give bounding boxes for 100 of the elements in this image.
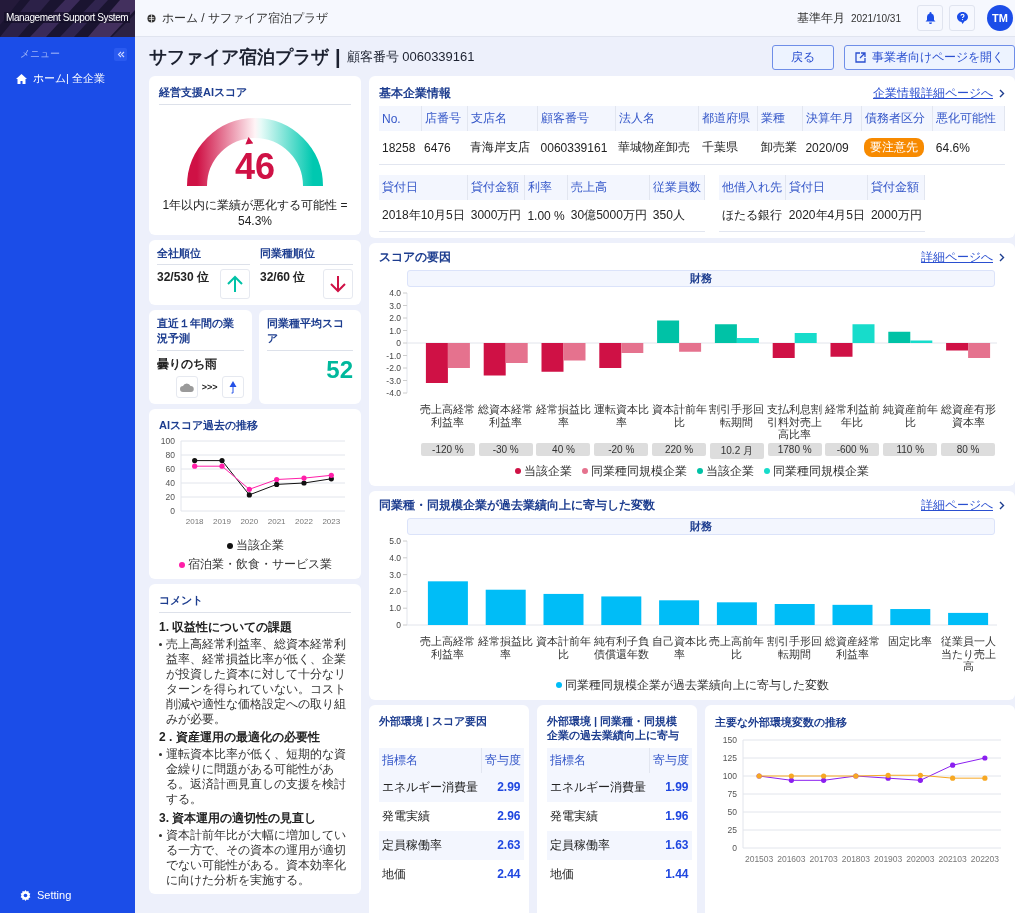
category-label: 支払利息割引料対売上高比率 xyxy=(766,403,823,441)
collapse-button[interactable] xyxy=(114,47,127,61)
axis-label: 3.0 xyxy=(389,569,401,580)
arrow-down-icon xyxy=(330,275,346,294)
column-header: 顧客番号 xyxy=(537,106,616,131)
data-point xyxy=(950,762,956,768)
home-icon xyxy=(16,73,27,84)
legend-item: 同業種同規模企業が過去業績向上に寄与した変数 xyxy=(555,676,829,694)
axis-label: 201903 xyxy=(873,853,903,864)
comment-text: 運転資本比率が低く、短期的な資金繰りに問題がある可能性がある。返済計画見直しの支援を検討する。 xyxy=(166,747,347,807)
bullet-icon xyxy=(159,753,162,757)
column-header: 従業員数 xyxy=(649,175,705,200)
axis-label: 20 xyxy=(165,492,175,503)
data-point xyxy=(982,775,988,781)
nav-item[interactable]: ホーム| 全企業 xyxy=(0,67,135,90)
bullet-icon xyxy=(159,833,162,837)
column-header: 支店名 xyxy=(467,106,538,131)
column-header: 決算年月 xyxy=(802,106,862,131)
table-cell: 発電実績 xyxy=(547,801,649,831)
settings-link[interactable]: Setting xyxy=(0,889,135,913)
back-button[interactable]: 戻る xyxy=(772,44,834,70)
probability-note: 1年以内に業績が悪化する可能性 = 54.3% xyxy=(161,198,349,230)
notification-button[interactable] xyxy=(917,5,943,31)
rank-value: 32/60 位 xyxy=(260,269,306,287)
value-pill: 40 % xyxy=(536,442,591,456)
axis-label: -4.0 xyxy=(386,388,401,398)
category-label: 経常損益比率 xyxy=(477,634,534,661)
menu-label: メニュー xyxy=(20,47,60,61)
table-cell: 華城物産卸売 xyxy=(615,131,699,165)
column-header: 他借入れ先 xyxy=(719,175,786,200)
axis-label: 0 xyxy=(396,619,401,630)
table-cell: 定員稼働率 xyxy=(379,830,481,860)
external-link-icon xyxy=(855,51,866,63)
column-header: 指標名 xyxy=(379,747,481,773)
card-title: 同業種平均スコア xyxy=(266,316,353,352)
bar xyxy=(601,596,642,625)
table-cell: 地価 xyxy=(547,859,649,889)
card-title: 直近１年間の業況予測 xyxy=(157,316,244,352)
axis-label: 1.0 xyxy=(389,603,401,614)
column-header: 債務者区分 xyxy=(861,106,933,131)
column-header: 店番号 xyxy=(421,106,468,131)
detail-link[interactable]: 詳細ページへ xyxy=(921,496,1005,514)
table-cell: 卸売業 xyxy=(757,131,803,165)
comment-heading: 2 . 資産運用の最適化の必要性 xyxy=(159,729,321,747)
data-point xyxy=(950,775,956,781)
detail-link[interactable]: 企業情報詳細ページへ xyxy=(873,85,1005,102)
open-page-button[interactable]: 事業者向けページを開く xyxy=(844,44,1015,70)
arrow-up-icon xyxy=(227,275,243,294)
category-label: 従業員一人当たり売上高 xyxy=(940,634,996,673)
umbrella-icon xyxy=(228,380,237,394)
axis-label: 0 xyxy=(732,842,737,853)
card-title: 基本企業情報 xyxy=(379,85,451,102)
axis-label: 201603 xyxy=(777,853,806,864)
axis-label: 100 xyxy=(160,436,175,447)
category-label: 売上高経常利益率 xyxy=(420,403,476,429)
table-cell: 2.96 xyxy=(481,801,524,831)
column-header: 寄与度 xyxy=(649,747,692,773)
date-label: 基準年月 xyxy=(796,9,845,27)
user-avatar[interactable]: TM xyxy=(987,5,1013,31)
chevron-right-icon xyxy=(999,89,1005,98)
table-cell: 地価 xyxy=(379,859,481,889)
card-title: AIスコア過去の推移 xyxy=(159,418,259,434)
card-title: 主要な外部環境変数の推移 xyxy=(715,714,848,730)
table-cell: 2018年10月5日 xyxy=(379,200,468,232)
category-label: 資本計前年比 xyxy=(535,634,592,661)
brand-title: Management Support System xyxy=(4,12,131,23)
arrow-text: >>> xyxy=(201,382,218,393)
axis-label: 60 xyxy=(165,464,175,475)
card-title: 外部環境 | 同業種・同規模企業の過去業績向上に寄与 xyxy=(547,713,680,744)
customer-number: 顧客番号 0060339161 xyxy=(346,48,475,66)
category-label: 純有利子負債償還年数 xyxy=(593,634,650,661)
comment-text: 売上高経常利益率、総資本経常利益率、経常損益比率が低く、企業が投資した資本に対して十分なリターンを得られていない。コスト削減や適性な価格設定への取り組みが必要。 xyxy=(166,637,347,727)
value-pill: -20 % xyxy=(594,442,649,456)
table-cell: ほたる銀行 xyxy=(719,200,786,232)
axis-label: 80 xyxy=(165,450,175,461)
detail-link[interactable]: 詳細ページへ xyxy=(921,249,1005,266)
table-cell: 2000万円 xyxy=(867,200,925,232)
axis-label: 4.0 xyxy=(389,552,401,563)
help-button[interactable] xyxy=(949,5,975,31)
globe-icon xyxy=(147,13,156,23)
legend-item: 当該企業 xyxy=(226,537,284,555)
bar xyxy=(659,600,700,625)
bar xyxy=(830,343,853,357)
axis-label: 2019 xyxy=(213,517,231,527)
data-point xyxy=(982,755,988,761)
legend-item: 当該企業 xyxy=(697,462,754,480)
bar xyxy=(716,602,757,625)
axis-label: 0 xyxy=(170,506,175,517)
category-label: 割引手形回転期間 xyxy=(709,403,765,429)
axis-label: -1.0 xyxy=(386,350,401,361)
table-cell: 1.44 xyxy=(649,859,692,889)
bullet-icon xyxy=(159,643,162,647)
column-header: 売上高 xyxy=(567,175,650,200)
axis-label: 3.0 xyxy=(389,300,401,311)
axis-label: 25 xyxy=(727,824,737,835)
value-pill: -120 % xyxy=(420,442,475,456)
column-header: 都道府県 xyxy=(698,106,758,131)
axis-label: 4.0 xyxy=(389,288,401,298)
column-header: 指標名 xyxy=(547,747,649,773)
axis-label: 2023 xyxy=(322,517,341,527)
